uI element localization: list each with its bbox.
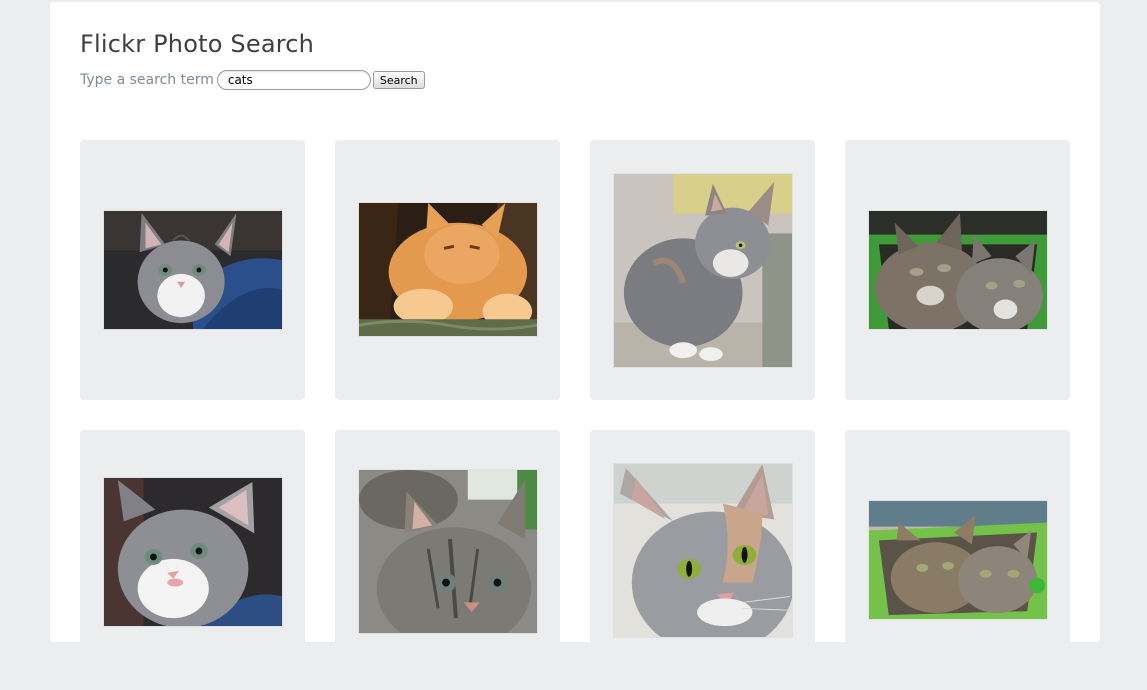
search-form: Type a search term Search	[80, 68, 425, 92]
photo-card[interactable]	[590, 140, 815, 400]
photo-card[interactable]	[335, 140, 560, 400]
photo-thumbnail[interactable]	[103, 477, 283, 627]
photo-thumbnail[interactable]	[103, 210, 283, 330]
photo-card[interactable]	[80, 140, 305, 400]
photo-card[interactable]	[845, 140, 1070, 400]
search-button[interactable]: Search	[372, 71, 425, 89]
main-container: Flickr Photo Search Type a search term S…	[50, 2, 1100, 690]
photo-card[interactable]	[335, 430, 560, 690]
search-label: Type a search term	[80, 72, 214, 88]
photo-grid	[80, 140, 1070, 690]
photo-thumbnail[interactable]	[868, 210, 1048, 330]
page-title: Flickr Photo Search	[80, 30, 315, 58]
photo-card[interactable]	[845, 430, 1070, 690]
photo-thumbnail[interactable]	[613, 463, 793, 638]
search-input[interactable]	[216, 70, 371, 90]
photo-card[interactable]	[80, 430, 305, 690]
photo-thumbnail[interactable]	[358, 202, 538, 337]
photo-card[interactable]	[590, 430, 815, 690]
photo-thumbnail[interactable]	[613, 173, 793, 368]
photo-thumbnail[interactable]	[868, 500, 1048, 620]
photo-thumbnail[interactable]	[358, 469, 538, 634]
